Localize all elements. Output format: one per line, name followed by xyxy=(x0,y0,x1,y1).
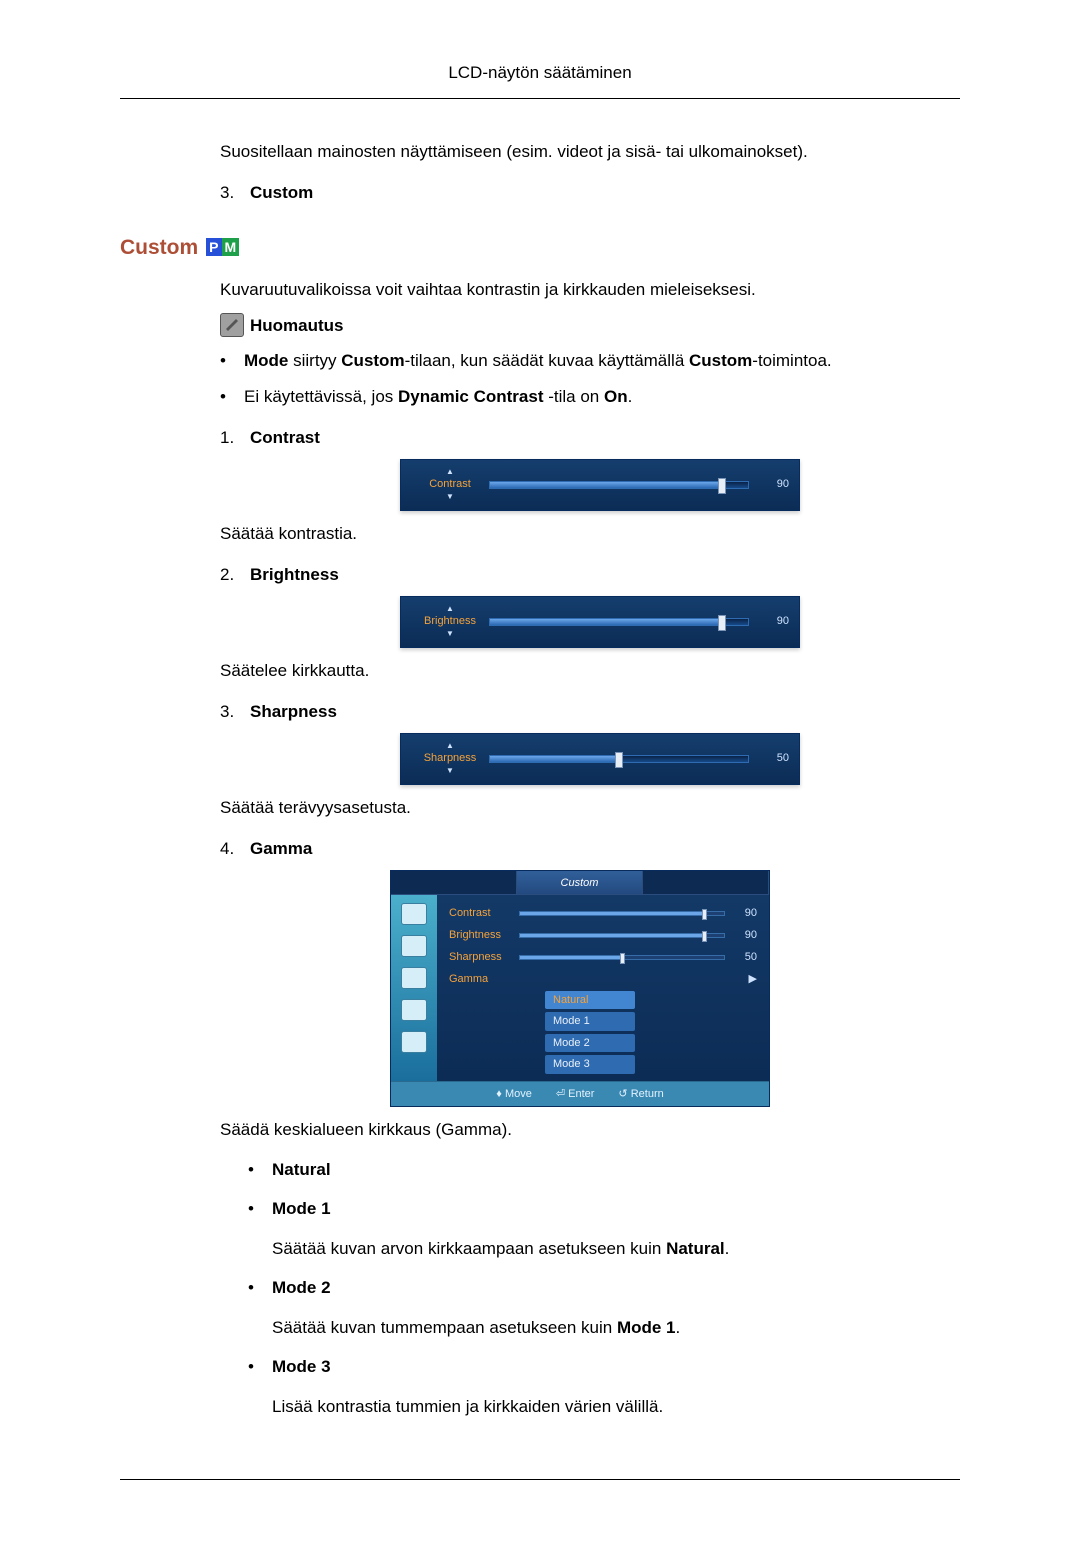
p-icon: P xyxy=(206,238,221,256)
gamma-natural: •Natural xyxy=(248,1157,960,1183)
osd-row-contrast[interactable]: Contrast 90 xyxy=(449,905,757,923)
gamma-mode2-desc: Säätää kuvan tummempaan asetukseen kuin … xyxy=(272,1315,960,1341)
sharpness-slider-label: ▲ Sharpness ▼ xyxy=(411,742,489,775)
gamma-mode-list: •Natural •Mode 1 Säätää kuvan arvon kirk… xyxy=(248,1157,960,1420)
intro-text: Suositellaan mainosten näyttämiseen (esi… xyxy=(220,139,960,165)
list-number: 3. xyxy=(220,180,250,206)
triangle-down-icon: ▼ xyxy=(411,493,489,501)
triangle-down-icon: ▼ xyxy=(411,767,489,775)
item-brightness: 2. Brightness xyxy=(220,562,960,588)
osd-tabs: Custom xyxy=(391,871,769,895)
osd-row-brightness[interactable]: Brightness 90 xyxy=(449,927,757,945)
mini-slider[interactable] xyxy=(519,933,725,938)
item-gamma: 4. Gamma xyxy=(220,836,960,862)
osd-return-hint: ↺ Return xyxy=(618,1086,663,1103)
gamma-option-mode2[interactable]: Mode 2 xyxy=(545,1034,635,1053)
gamma-mode2: •Mode 2 xyxy=(248,1275,960,1301)
list-item-custom: 3. Custom xyxy=(220,180,960,206)
triangle-up-icon: ▲ xyxy=(411,468,489,476)
osd-footer: ♦ Move ⏎ Enter ↺ Return xyxy=(391,1081,769,1107)
brightness-desc: Säätelee kirkkautta. xyxy=(220,658,960,684)
gamma-option-mode1[interactable]: Mode 1 xyxy=(545,1012,635,1031)
triangle-down-icon: ▼ xyxy=(411,630,489,638)
list-label: Custom xyxy=(250,180,313,206)
contrast-slider-label: ▲ Contrast ▼ xyxy=(411,468,489,501)
osd-main: Contrast 90 Brightness 90 Sharpness 50 G… xyxy=(437,895,769,1081)
osd-tab-custom[interactable]: Custom xyxy=(517,871,643,894)
gamma-mode1-desc: Säätää kuvan arvon kirkkaampaan asetukse… xyxy=(272,1236,960,1262)
osd-move-hint: ♦ Move xyxy=(496,1086,532,1103)
gamma-mode1: •Mode 1 xyxy=(248,1196,960,1222)
contrast-slider[interactable] xyxy=(489,481,749,489)
brightness-slider[interactable] xyxy=(489,618,749,626)
m-icon: M xyxy=(222,238,240,256)
note-icon xyxy=(220,313,244,337)
slider-thumb[interactable] xyxy=(615,752,623,768)
page-header: LCD-näytön säätäminen xyxy=(120,60,960,99)
mini-slider[interactable] xyxy=(519,911,725,916)
note-bullet-2: • Ei käytettävissä, jos Dynamic Contrast… xyxy=(220,384,960,410)
footer-divider xyxy=(120,1479,960,1480)
contrast-desc: Säätää kontrastia. xyxy=(220,521,960,547)
gamma-mode3: •Mode 3 xyxy=(248,1354,960,1380)
osd-clock-icon[interactable] xyxy=(401,967,427,989)
item-contrast: 1. Contrast xyxy=(220,425,960,451)
osd-enter-hint: ⏎ Enter xyxy=(556,1086,595,1103)
triangle-up-icon: ▲ xyxy=(411,605,489,613)
brightness-slider-panel: ▲ Brightness ▼ 90 xyxy=(400,596,800,648)
item-sharpness: 3. Sharpness xyxy=(220,699,960,725)
brightness-slider-label: ▲ Brightness ▼ xyxy=(411,605,489,638)
contrast-value: 90 xyxy=(761,476,789,493)
triangle-up-icon: ▲ xyxy=(411,742,489,750)
section-heading-custom: Custom PM xyxy=(120,232,960,264)
gamma-options: Natural Mode 1 Mode 2 Mode 3 xyxy=(545,991,757,1074)
page-title: LCD-näytön säätäminen xyxy=(448,63,631,82)
gamma-desc: Säädä keskialueen kirkkaus (Gamma). xyxy=(220,1117,960,1143)
osd-tab[interactable] xyxy=(643,871,769,894)
custom-intro: Kuvaruutuvalikoissa voit vaihtaa kontras… xyxy=(220,277,960,303)
sharpness-slider[interactable] xyxy=(489,755,749,763)
osd-picture-icon[interactable] xyxy=(401,903,427,925)
osd-screen-icon[interactable] xyxy=(401,935,427,957)
sharpness-value: 50 xyxy=(761,750,789,767)
gamma-mode3-desc: Lisää kontrastia tummien ja kirkkaiden v… xyxy=(272,1394,960,1420)
gamma-option-mode3[interactable]: Mode 3 xyxy=(545,1055,635,1074)
osd-misc-icon[interactable] xyxy=(401,1031,427,1053)
heading-text: Custom xyxy=(120,232,198,264)
note-label: Huomautus xyxy=(250,313,344,339)
osd-row-gamma[interactable]: Gamma ▶ xyxy=(449,971,757,989)
mini-slider[interactable] xyxy=(519,955,725,960)
sharpness-desc: Säätää terävyysasetusta. xyxy=(220,795,960,821)
note-bullet-1: • Mode siirtyy Custom-tilaan, kun säädät… xyxy=(220,348,960,374)
osd-row-sharpness[interactable]: Sharpness 50 xyxy=(449,949,757,967)
gamma-osd-panel: Custom Contrast 90 Brightness xyxy=(390,870,770,1108)
osd-tab[interactable] xyxy=(391,871,517,894)
pm-badge: PM xyxy=(206,238,239,256)
sharpness-slider-panel: ▲ Sharpness ▼ 50 xyxy=(400,733,800,785)
note-row: Huomautus xyxy=(220,313,960,339)
gamma-option-natural[interactable]: Natural xyxy=(545,991,635,1010)
slider-thumb[interactable] xyxy=(718,478,726,494)
osd-icon-column xyxy=(391,895,437,1081)
slider-thumb[interactable] xyxy=(718,615,726,631)
brightness-value: 90 xyxy=(761,613,789,630)
contrast-slider-panel: ▲ Contrast ▼ 90 xyxy=(400,459,800,511)
osd-settings-icon[interactable] xyxy=(401,999,427,1021)
